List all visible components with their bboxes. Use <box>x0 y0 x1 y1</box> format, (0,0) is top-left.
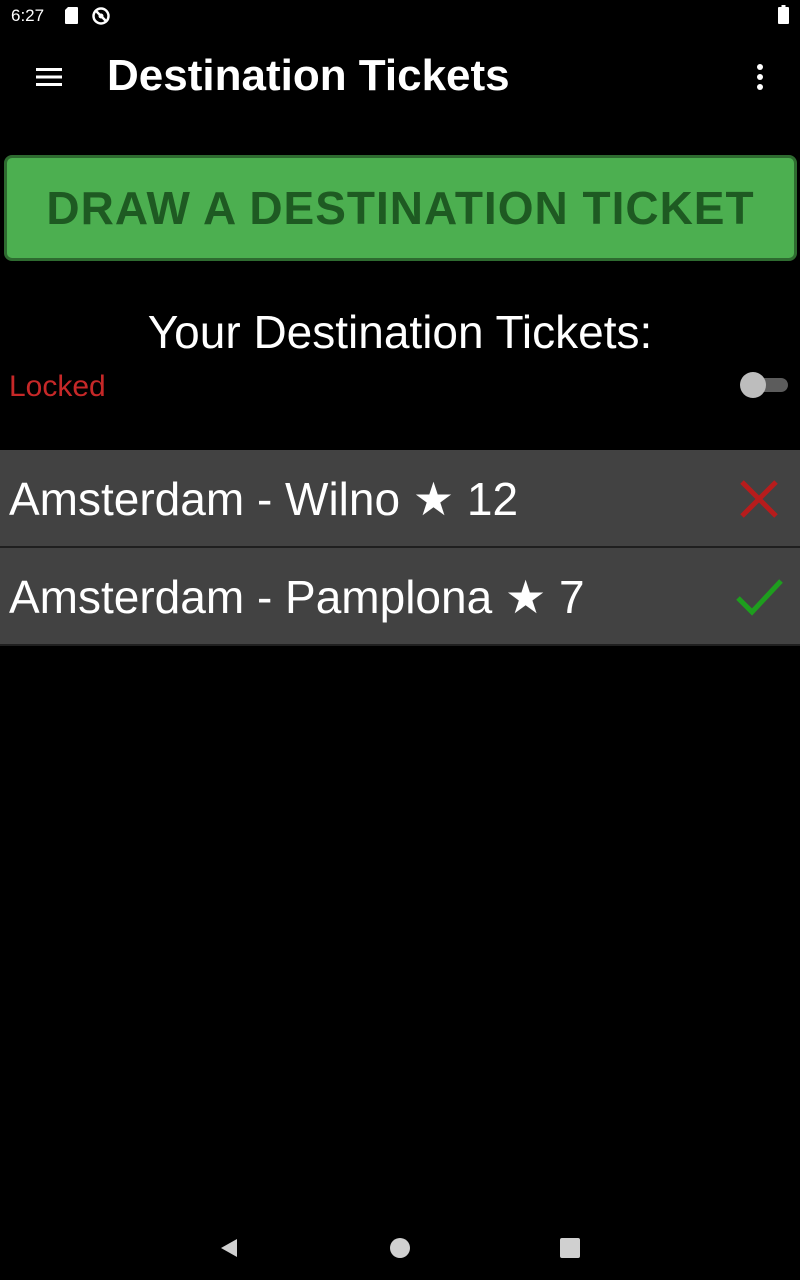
app-bar: Destination Tickets <box>0 32 800 122</box>
ticket-label: Amsterdam - Wilno ★ 12 <box>9 473 519 525</box>
section-title: Your Destination Tickets: <box>147 306 653 358</box>
ticket-list: Amsterdam - Wilno ★ 12 Amsterdam - Pampl… <box>0 450 800 646</box>
back-icon[interactable] <box>217 1236 241 1260</box>
menu-icon[interactable] <box>34 62 64 92</box>
status-bar: 6:27 <box>0 0 800 32</box>
toggle-thumb <box>740 372 766 398</box>
check-icon <box>736 579 783 616</box>
ticket-label: Amsterdam - Pamplona ★ 7 <box>9 571 585 623</box>
ticket-row[interactable]: Amsterdam - Wilno ★ 12 <box>0 450 800 548</box>
ticket-row[interactable]: Amsterdam - Pamplona ★ 7 <box>0 548 800 646</box>
battery-icon <box>778 5 789 24</box>
navigation-bar <box>0 1216 800 1280</box>
cross-icon <box>740 480 778 518</box>
draw-destination-ticket-button[interactable]: DRAW A DESTINATION TICKET <box>4 155 797 261</box>
lock-status-label: Locked <box>9 370 106 403</box>
sd-card-icon <box>65 7 78 24</box>
recents-icon[interactable] <box>559 1237 581 1259</box>
sync-icon <box>92 7 110 25</box>
overflow-menu-icon[interactable] <box>748 60 772 94</box>
page-title: Destination Tickets <box>107 51 510 100</box>
home-icon[interactable] <box>388 1236 412 1260</box>
status-time: 6:27 <box>11 6 45 25</box>
lock-toggle[interactable] <box>740 372 788 398</box>
